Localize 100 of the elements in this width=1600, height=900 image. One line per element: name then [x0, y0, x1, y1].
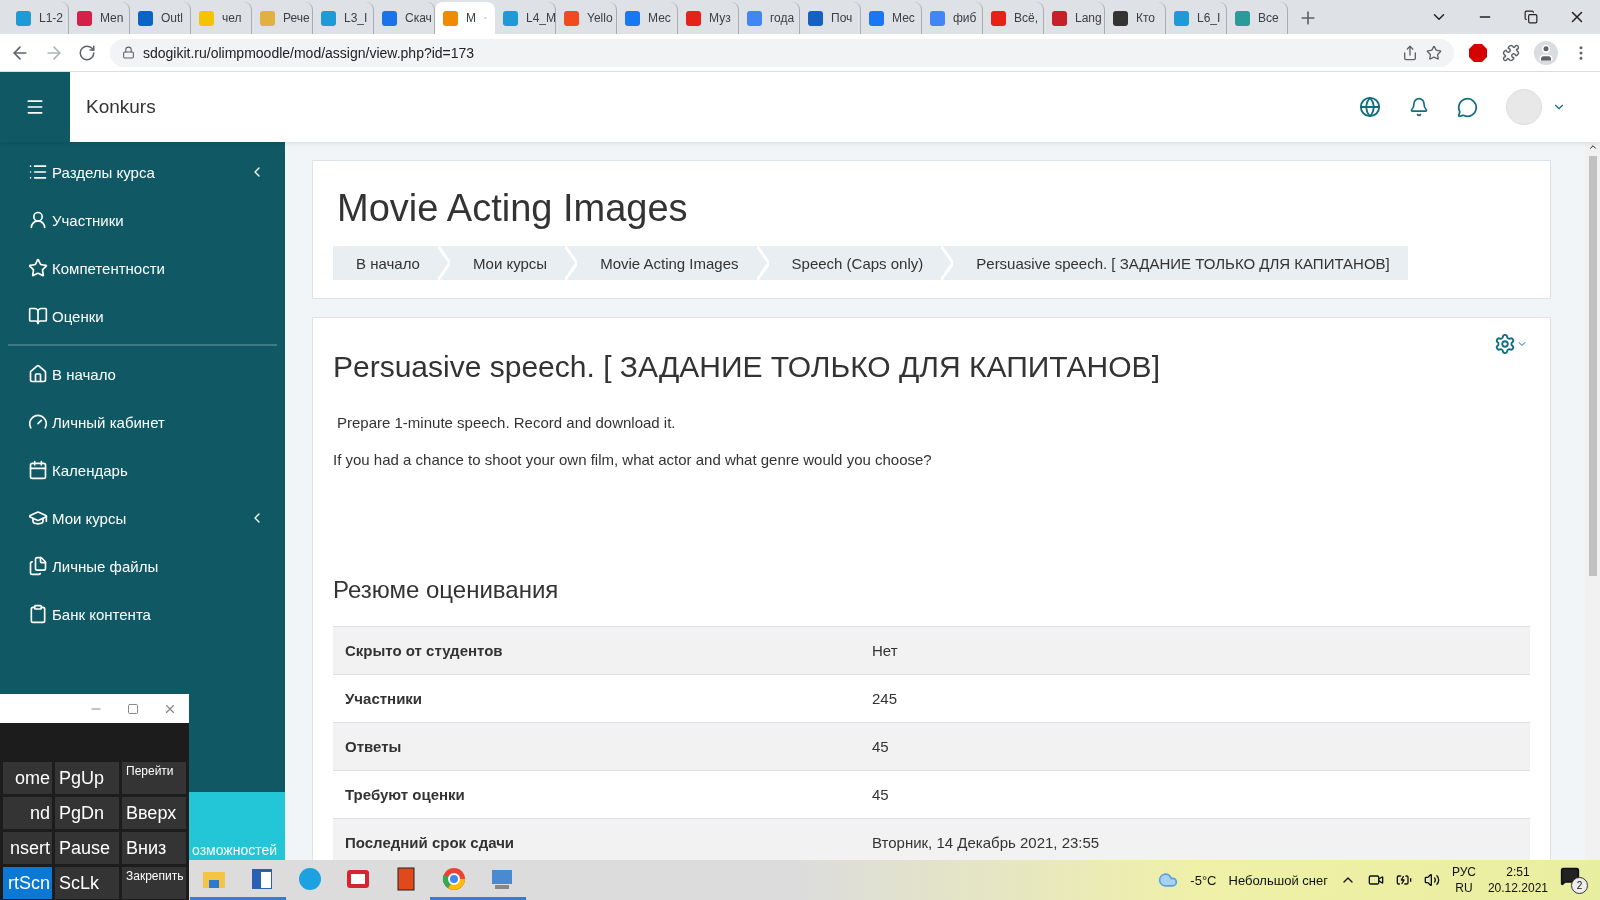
row-value: 45 [872, 786, 890, 803]
site-name[interactable]: Konkurs [86, 96, 156, 118]
browser-tab[interactable]: Outl [130, 2, 191, 34]
breadcrumb-link[interactable]: Speech (Caps only) [768, 246, 942, 280]
sidebar-item[interactable]: Участники [0, 196, 285, 244]
sidebar-item[interactable]: Календарь [0, 446, 285, 494]
browser-tab[interactable]: L3_I [313, 2, 374, 34]
keyboard-key[interactable]: Pause [55, 832, 119, 864]
notifications-button[interactable]: 2 [1560, 866, 1588, 894]
document-icon [252, 868, 272, 889]
row-label: Требуют оценки [345, 786, 466, 803]
assignment-text: Prepare 1-minute speech. Record and download it. [337, 414, 677, 431]
sidebar-item[interactable]: Мои курсы [0, 494, 285, 542]
sidebar-item[interactable]: Личные файлы [0, 542, 285, 590]
row-label: Скрыто от студентов [345, 642, 504, 659]
bookmark-star-icon[interactable] [1426, 44, 1442, 61]
browser-tab[interactable]: L1-2 [8, 2, 69, 34]
keyboard-key[interactable]: ScLk [55, 867, 119, 899]
keyboard-key[interactable]: PgUp [55, 762, 119, 794]
breadcrumb-link[interactable]: В начало [333, 246, 438, 280]
sidebar-item-icon [28, 162, 48, 182]
sidebar-item-icon [28, 508, 48, 528]
language-indicator[interactable]: РУС RU [1451, 864, 1476, 896]
browser-tab[interactable]: Поч [800, 2, 861, 34]
sidebar-item-icon [28, 604, 48, 624]
menu-icon [25, 97, 45, 117]
keyboard-key[interactable]: Закрепить [122, 867, 186, 899]
scrollbar-thumb[interactable] [1588, 156, 1597, 576]
keyboard-key[interactable]: nd [3, 797, 52, 829]
browser-tab[interactable]: Мес [861, 2, 922, 34]
browser-tab[interactable]: Скач [374, 2, 435, 34]
browser-tab[interactable]: Муз [678, 2, 739, 34]
row-label: Участники [345, 690, 424, 707]
browser-tab[interactable]: года [739, 2, 800, 34]
breadcrumb-link[interactable]: Persuasive speech. [ ЗАДАНИЕ ТОЛЬКО ДЛЯ КАПИТАНОВ] [953, 246, 1408, 280]
sidebar-item[interactable]: Банк контента [0, 590, 285, 638]
lock-icon [122, 46, 135, 59]
notification-count: 2 [1571, 877, 1588, 894]
keyboard-key[interactable]: Вверх [122, 797, 186, 829]
browser-tab[interactable]: Рече [252, 2, 313, 34]
browser-tab[interactable]: Кто [1105, 2, 1166, 34]
sidebar-item-icon [28, 210, 48, 230]
scroll-up-icon[interactable] [1587, 142, 1598, 152]
breadcrumb-link[interactable]: Movie Acting Images [577, 246, 757, 280]
browser-tab[interactable]: M [435, 2, 495, 34]
browser-tab[interactable]: Все [1227, 2, 1288, 34]
sidebar-item[interactable]: В начало [0, 350, 285, 398]
row-value: Нет [872, 642, 899, 659]
browser-tab[interactable]: фиб [922, 2, 983, 34]
sidebar-item-icon [28, 556, 48, 576]
folder-icon [203, 871, 225, 888]
messages-icon[interactable] [1457, 96, 1478, 118]
course-heading: Movie Acting Images [337, 187, 689, 230]
keyboard-key[interactable]: rtScn [3, 867, 52, 899]
assignment-title: Persuasive speech. [ ЗАДАНИЕ ТОЛЬКО ДЛЯ КАПИТАНОВ] [333, 350, 1161, 384]
browser-tab[interactable]: Yello [556, 2, 617, 34]
clock[interactable]: 2:51 20.12.2021 [1487, 864, 1548, 896]
stop-hand-icon[interactable] [1468, 42, 1488, 63]
sidebar-item[interactable]: Разделы курса [0, 148, 285, 196]
reload-icon[interactable] [78, 43, 96, 62]
restore-icon[interactable] [1524, 10, 1538, 24]
browser-tab[interactable]: L4_M [495, 2, 556, 34]
section-heading: Резюме оценивания [333, 576, 560, 604]
extensions-icon[interactable] [1502, 43, 1520, 62]
sidebar-item-icon [28, 306, 48, 326]
row-value: 245 [872, 690, 899, 707]
browser-icon [442, 867, 465, 890]
camera-icon[interactable] [1367, 872, 1384, 888]
sidebar-item[interactable]: Компетентности [0, 244, 285, 292]
browser-tab[interactable]: Мес [617, 2, 678, 34]
row-value: Вторник, 14 Декабрь 2021, 23:55 [872, 834, 1101, 851]
settings-icon [1494, 333, 1516, 355]
share-icon[interactable] [1402, 44, 1418, 61]
sidebar-item-icon [28, 412, 48, 432]
sidebar-item-icon [28, 460, 48, 480]
row-label: Последний срок сдачи [345, 834, 516, 851]
sidebar-item[interactable]: Личный кабинет [0, 398, 285, 446]
row-label: Ответы [345, 738, 403, 755]
keyboard-key[interactable]: nsert [3, 832, 52, 864]
battery-icon[interactable] [1395, 872, 1412, 888]
sidebar-item[interactable]: Оценки [0, 292, 285, 340]
sidebar-item-icon [28, 258, 48, 278]
maximize-icon[interactable] [127, 702, 139, 715]
keyboard-key[interactable]: PgDn [55, 797, 119, 829]
keyboard-monitor-icon [492, 869, 512, 889]
browser-tab[interactable]: чел [191, 2, 252, 34]
keyboard-key[interactable]: Перейти [122, 762, 186, 794]
breadcrumb-link[interactable]: Мои курсы [449, 246, 566, 280]
browser-tab[interactable]: Lang [1044, 2, 1105, 34]
globe-icon[interactable] [1359, 96, 1381, 118]
temperature: -5°C [1190, 872, 1217, 888]
keyboard-key[interactable]: ome [3, 762, 52, 794]
notification-bell-icon[interactable] [1409, 97, 1429, 117]
browser-tab[interactable]: Men [69, 2, 130, 34]
browser-tab[interactable]: Всё, [983, 2, 1044, 34]
browser-tab[interactable]: L6_I [1166, 2, 1227, 34]
scrollbar[interactable] [1585, 142, 1600, 860]
profile-icon[interactable] [1534, 40, 1558, 65]
volume-icon[interactable] [1423, 872, 1440, 888]
keyboard-key[interactable]: Вниз [122, 832, 186, 864]
